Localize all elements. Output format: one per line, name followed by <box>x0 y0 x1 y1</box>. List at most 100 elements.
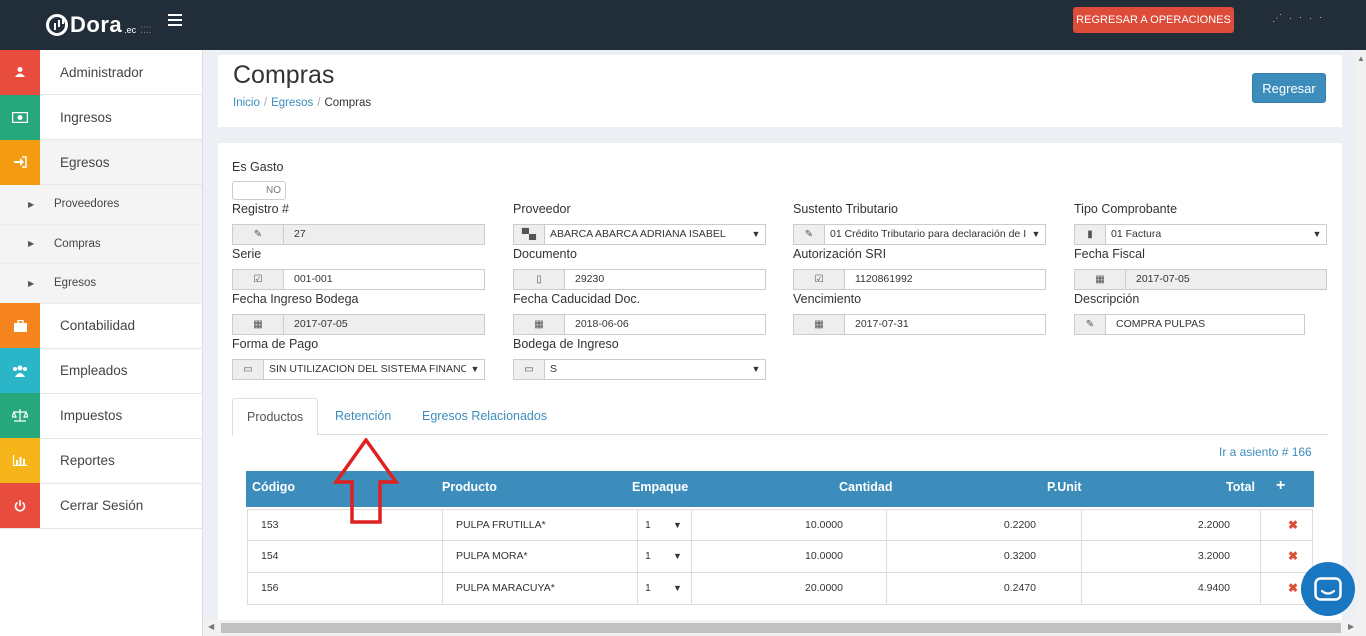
cell-punit[interactable]: 0.2200 <box>886 510 1036 541</box>
cell-cantidad[interactable]: 20.0000 <box>691 573 843 604</box>
bodega-label: Bodega de Ingreso <box>513 337 619 351</box>
forma-pago-label: Forma de Pago <box>232 337 319 351</box>
autorizacion-input[interactable]: ☑ 1120861992 <box>793 269 1046 290</box>
page-title: Compras <box>233 61 335 89</box>
sidebar-subitem-label: Proveedores <box>54 198 120 211</box>
dropdown-caret-icon: ▼ <box>673 520 682 530</box>
sidebar-subitem-compras[interactable]: ▶ Compras <box>0 224 202 264</box>
document-icon: ▯ <box>514 270 565 289</box>
asiento-link[interactable]: Ir a asiento # 166 <box>1219 445 1312 459</box>
cell-cantidad[interactable]: 10.0000 <box>691 510 843 541</box>
cell-punit[interactable]: 0.2470 <box>886 573 1036 604</box>
sidebar-item-label: Egresos <box>60 154 110 170</box>
user-icon <box>0 49 40 95</box>
horizontal-scrollbar[interactable]: ◀ ▶ <box>203 620 1366 636</box>
return-to-operations-button[interactable]: REGRESAR A OPERACIONES <box>1073 7 1234 33</box>
cell-codigo: 154 <box>261 550 279 562</box>
delete-row-icon[interactable]: ✖ <box>1288 541 1298 572</box>
logo-suffix: .ec <box>124 25 137 35</box>
calendar-icon: ▦ <box>514 315 565 334</box>
user-menu[interactable]: ⋰ · ⋅ · ⋅ <box>1272 13 1324 24</box>
scroll-right-icon[interactable]: ▶ <box>1348 622 1354 631</box>
sidebar-toggle-icon[interactable] <box>168 14 182 28</box>
sidebar-item-egresos[interactable]: Egresos <box>0 139 202 185</box>
cell-cantidad[interactable]: 10.0000 <box>691 541 843 572</box>
sidebar-subitem-label: Compras <box>54 237 101 250</box>
chat-widget-button[interactable] <box>1301 562 1355 616</box>
tipo-comprobante-select[interactable]: ▮ 01 Factura ▼ <box>1074 224 1327 245</box>
dropdown-caret-icon: ▼ <box>470 364 480 374</box>
scrollbar-thumb[interactable] <box>221 623 1341 633</box>
sidebar-item-ingresos[interactable]: Ingresos <box>0 94 202 140</box>
fecha-bodega-field: ▦ 2017-07-05 <box>232 314 485 335</box>
serie-label: Serie <box>232 247 262 261</box>
check-square-icon: ☑ <box>794 270 845 289</box>
col-total: Total <box>1226 480 1255 494</box>
proveedor-select[interactable]: ▀▄ ABARCA ABARCA ADRIANA ISABEL ▼ <box>513 224 766 245</box>
sidebar-item-cerrar-sesion[interactable]: Cerrar Sesión <box>0 483 202 529</box>
table-row: 153 PULPA FRUTILLA* 1 ▼ 10.0000 0.2200 2… <box>247 509 1313 541</box>
bodega-select[interactable]: ▭ S ▼ <box>513 359 766 380</box>
cell-producto[interactable]: PULPA FRUTILLA* <box>456 510 546 541</box>
calendar-icon: ▦ <box>794 315 845 334</box>
cell-total: 2.2000 <box>1197 519 1230 531</box>
vencimiento-input[interactable]: ▦ 2017-07-31 <box>793 314 1046 335</box>
purchase-form: Es Gasto NO Registro # ✎ 27 Proveedor ▀▄… <box>218 143 1342 621</box>
list-icon: ▭ <box>233 360 264 379</box>
calendar-icon: ▦ <box>1075 270 1126 289</box>
sidebar-subitem-proveedores[interactable]: ▶ Proveedores <box>0 185 202 225</box>
briefcase-icon <box>0 303 40 348</box>
sidebar-item-label: Empleados <box>60 363 128 378</box>
cell-producto[interactable]: PULPA MARACUYA* <box>456 573 555 604</box>
vertical-scrollbar[interactable]: ▲ <box>1355 50 1366 620</box>
cell-empaque: 1 <box>645 519 651 531</box>
sidebar-item-impuestos[interactable]: Impuestos <box>0 393 202 439</box>
content-header: Compras Inicio / Egresos / Compras Regresar <box>218 55 1342 127</box>
delete-row-icon[interactable]: ✖ <box>1288 510 1298 541</box>
documento-input[interactable]: ▯ 29230 <box>513 269 766 290</box>
cell-producto[interactable]: PULPA MORA* <box>456 541 528 572</box>
cell-punit[interactable]: 0.3200 <box>886 541 1036 572</box>
tab-retencion[interactable]: Retención <box>321 398 405 435</box>
breadcrumb-inicio[interactable]: Inicio <box>233 97 260 109</box>
sign-in-icon <box>0 139 40 185</box>
scroll-up-icon[interactable]: ▲ <box>1357 54 1365 63</box>
serie-input[interactable]: ☑ 001-001 <box>232 269 485 290</box>
forma-pago-select[interactable]: ▭ SIN UTILIZACION DEL SISTEMA FINANCI ▼ <box>232 359 485 380</box>
sustento-label: Sustento Tributario <box>793 202 898 216</box>
tab-egresos-relacionados[interactable]: Egresos Relacionados <box>408 398 561 435</box>
check-square-icon: ☑ <box>233 270 284 289</box>
sidebar-item-reportes[interactable]: Reportes <box>0 438 202 484</box>
fecha-caducidad-label: Fecha Caducidad Doc. <box>513 292 641 306</box>
scroll-left-icon[interactable]: ◀ <box>208 622 214 631</box>
vencimiento-label: Vencimiento <box>793 292 862 306</box>
balance-scale-icon <box>0 393 40 438</box>
breadcrumb-current: Compras <box>324 97 372 109</box>
es-gasto-toggle[interactable]: NO <box>232 181 286 200</box>
col-producto: Producto <box>442 480 497 494</box>
sidebar-item-administrador[interactable]: Administrador <box>0 49 202 95</box>
fecha-caducidad-input[interactable]: ▦ 2018-06-06 <box>513 314 766 335</box>
sustento-select[interactable]: ✎ 01 Crédito Tributario para declaración… <box>793 224 1046 245</box>
edit-icon: ✎ <box>1075 315 1106 334</box>
tab-productos[interactable]: Productos <box>232 398 319 436</box>
cell-empaque: 1 <box>645 582 651 594</box>
documento-label: Documento <box>513 247 577 261</box>
tipo-comprobante-label: Tipo Comprobante <box>1074 202 1178 216</box>
products-table-header: Código Producto Empaque Cantidad P.Unit … <box>246 471 1314 507</box>
descripcion-label: Descripción <box>1074 292 1140 306</box>
app-logo[interactable]: Dora .ec ⁚⁚⁚⁚ <box>46 12 152 38</box>
pencil-icon: ✎ <box>233 225 284 244</box>
proveedor-label: Proveedor <box>513 202 571 216</box>
sidebar-subitem-label: Egresos <box>54 277 97 290</box>
sidebar-item-contabilidad[interactable]: Contabilidad <box>0 303 202 349</box>
delete-row-icon[interactable]: ✖ <box>1288 573 1298 604</box>
back-button[interactable]: Regresar <box>1252 73 1326 103</box>
sidebar-subitem-egresos[interactable]: ▶ Egresos <box>0 264 202 304</box>
descripcion-input[interactable]: ✎ COMPRA PULPAS <box>1074 314 1305 335</box>
sidebar-item-empleados[interactable]: Empleados <box>0 348 202 394</box>
add-row-icon[interactable]: + <box>1276 477 1285 495</box>
cell-codigo: 153 <box>261 519 279 531</box>
breadcrumb: Inicio / Egresos / Compras <box>233 97 372 109</box>
breadcrumb-egresos[interactable]: Egresos <box>271 97 313 109</box>
